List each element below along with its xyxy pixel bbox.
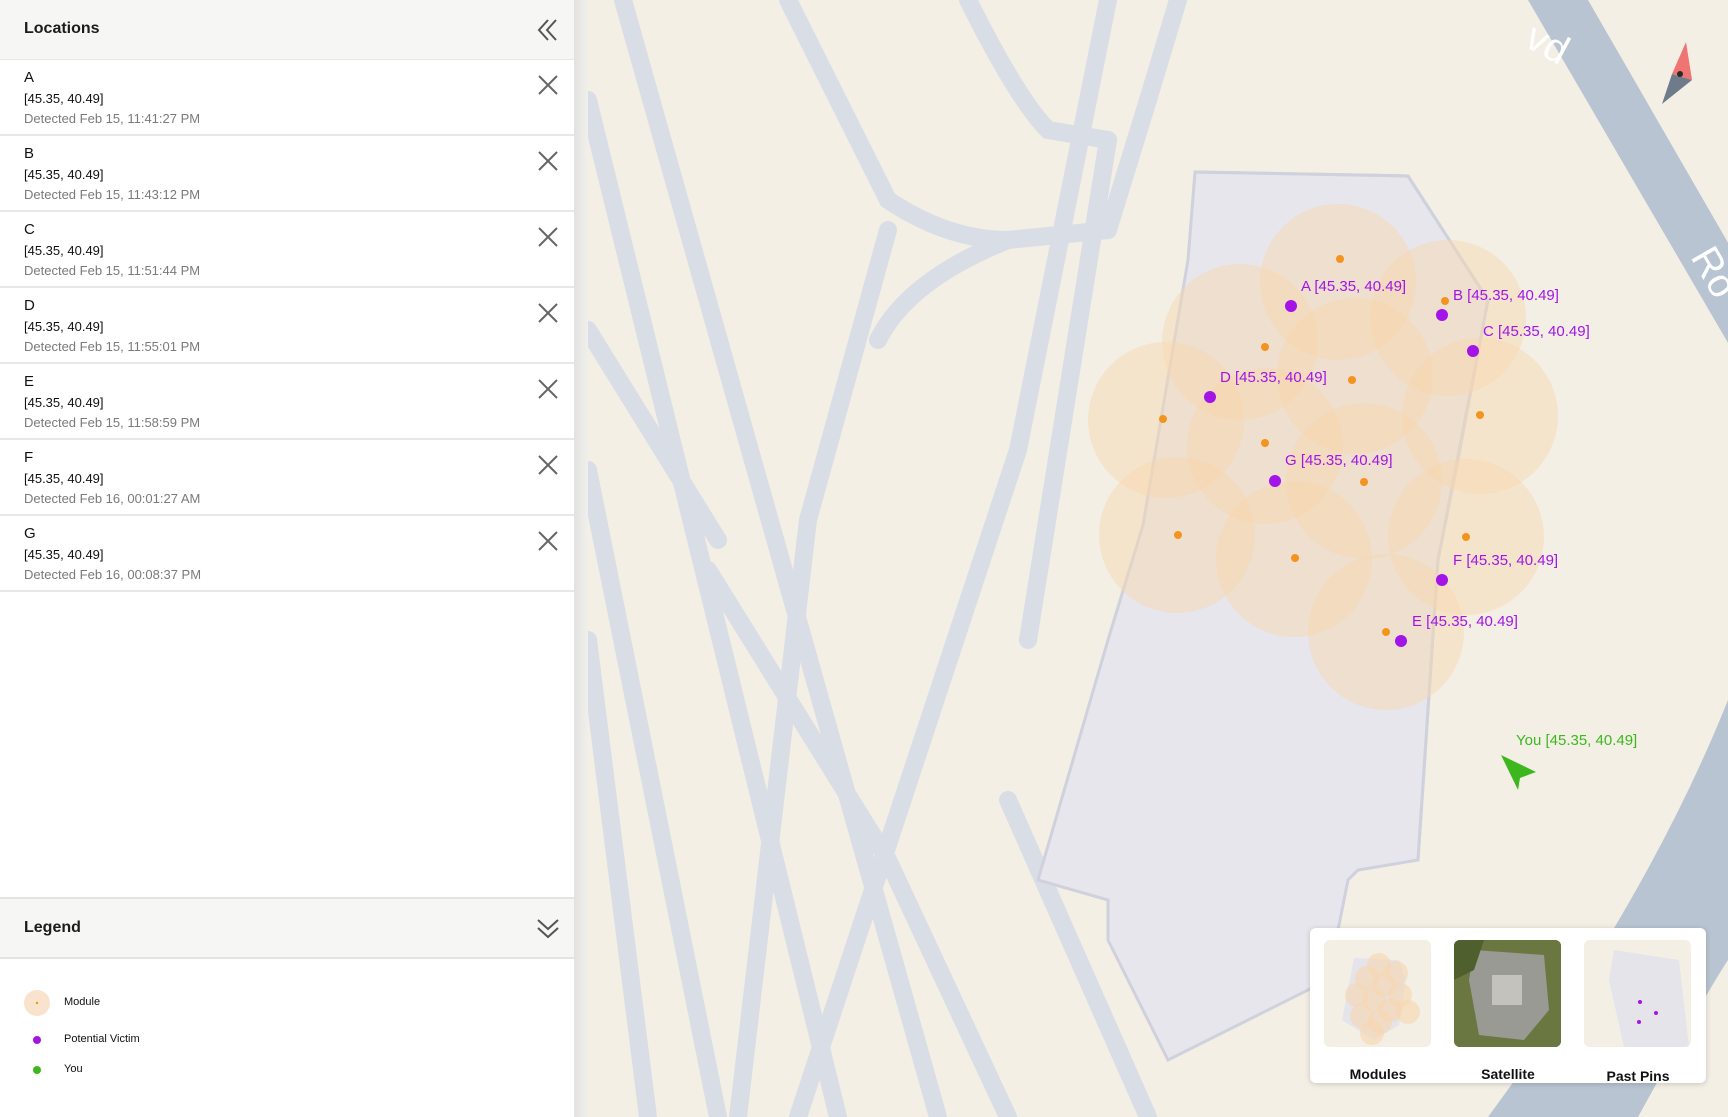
location-coords: [45.35, 40.49] — [24, 167, 104, 182]
module-center — [1261, 439, 1269, 447]
pin-label-b[interactable]: B [45.35, 40.49] — [1453, 287, 1559, 304]
close-icon[interactable] — [536, 529, 560, 553]
you-dot-icon — [33, 1066, 41, 1074]
modules-thumbnail — [1324, 940, 1431, 1047]
location-detected-time: Detected Feb 15, 11:41:27 PM — [24, 111, 201, 126]
past-pins-thumbnail — [1584, 940, 1691, 1047]
layer-label: Past Pins — [1606, 1068, 1670, 1084]
satellite-thumbnail — [1454, 940, 1561, 1047]
close-icon[interactable] — [536, 149, 560, 173]
location-coords: [45.35, 40.49] — [24, 547, 104, 562]
module-center — [1462, 533, 1470, 541]
locations-title: Locations — [24, 20, 100, 37]
location-name: E — [24, 373, 35, 390]
you-label: You [45.35, 40.49] — [1516, 732, 1638, 749]
location-detected-time: Detected Feb 15, 11:43:12 PM — [24, 187, 201, 202]
legend-title: Legend — [24, 919, 81, 936]
location-item-f[interactable]: F [45.35, 40.49] Detected Feb 16, 00:01:… — [0, 440, 574, 516]
victim-pin-b — [1436, 309, 1448, 321]
module-center — [1476, 411, 1484, 419]
pin-label-a[interactable]: A [45.35, 40.49] — [1301, 278, 1406, 295]
close-icon[interactable] — [536, 377, 560, 401]
pin-label-f[interactable]: F [45.35, 40.49] — [1453, 552, 1558, 569]
layer-option-modules[interactable]: Modules — [1324, 940, 1432, 1082]
module-center — [1360, 478, 1368, 486]
location-item-a[interactable]: A [45.35, 40.49] Detected Feb 15, 11:41:… — [0, 60, 574, 136]
location-coords: [45.35, 40.49] — [24, 243, 104, 258]
location-item-d[interactable]: D [45.35, 40.49] Detected Feb 15, 11:55:… — [0, 288, 574, 364]
close-icon[interactable] — [536, 453, 560, 477]
sidebar-divider[interactable] — [574, 0, 588, 1117]
location-coords: [45.35, 40.49] — [24, 395, 104, 410]
legend-label: Potential Victim — [64, 1033, 140, 1045]
location-coords: [45.35, 40.49] — [24, 91, 104, 106]
layer-option-past-pins[interactable]: Past Pins — [1584, 940, 1692, 1084]
module-center — [1382, 628, 1390, 636]
location-name: A — [24, 69, 35, 86]
pin-label-d[interactable]: D [45.35, 40.49] — [1220, 369, 1327, 386]
location-detected-time: Detected Feb 15, 11:58:59 PM — [24, 415, 201, 430]
location-coords: [45.35, 40.49] — [24, 319, 104, 334]
locations-header: Locations — [0, 0, 574, 60]
victim-pin-e — [1395, 635, 1407, 647]
road-network — [588, 0, 1187, 1117]
layer-label: Satellite — [1481, 1066, 1535, 1082]
location-name: D — [24, 297, 35, 314]
compass-icon[interactable] — [1656, 40, 1700, 106]
legend-header: Legend — [0, 897, 574, 959]
legend-label: You — [64, 1063, 83, 1075]
legend-item-module: Module — [24, 990, 324, 1016]
module-center — [1261, 343, 1269, 351]
location-detected-time: Detected Feb 15, 11:51:44 PM — [24, 263, 201, 278]
module-center — [1159, 415, 1167, 423]
module-center — [1291, 554, 1299, 562]
location-detected-time: Detected Feb 16, 00:01:27 AM — [24, 491, 201, 506]
double-chevron-left-icon[interactable] — [534, 16, 562, 44]
module-center — [1348, 376, 1356, 384]
victim-dot-icon — [33, 1036, 41, 1044]
legend-label: Module — [64, 996, 101, 1008]
victim-pin-f — [1436, 574, 1448, 586]
location-item-b[interactable]: B [45.35, 40.49] Detected Feb 15, 11:43:… — [0, 136, 574, 212]
module-center — [1336, 255, 1344, 263]
close-icon[interactable] — [536, 225, 560, 249]
victim-pin-c — [1467, 345, 1479, 357]
location-item-c[interactable]: C [45.35, 40.49] Detected Feb 15, 11:51:… — [0, 212, 574, 288]
pin-label-e[interactable]: E [45.35, 40.49] — [1412, 613, 1518, 630]
location-name: G — [24, 525, 36, 542]
location-detected-time: Detected Feb 16, 00:08:37 PM — [24, 567, 202, 582]
legend-item-you: You — [24, 1057, 324, 1081]
layer-switcher: Modules Satellite Past Pins — [1310, 928, 1706, 1084]
pin-label-c[interactable]: C [45.35, 40.49] — [1483, 323, 1590, 340]
location-name: F — [24, 449, 34, 466]
victim-pin-d — [1204, 391, 1216, 403]
pin-label-g[interactable]: G [45.35, 40.49] — [1285, 452, 1393, 469]
close-icon[interactable] — [536, 73, 560, 97]
location-coords: [45.35, 40.49] — [24, 471, 104, 486]
legend-item-victim: Potential Victim — [24, 1027, 324, 1051]
locations-sidebar: Locations A [45.35, 40.49] Detected Feb … — [0, 0, 574, 1117]
you-marker — [1501, 755, 1536, 790]
module-icon — [24, 990, 50, 1016]
location-name: C — [24, 221, 35, 238]
location-item-e[interactable]: E [45.35, 40.49] Detected Feb 15, 11:58:… — [0, 364, 574, 440]
location-item-g[interactable]: G [45.35, 40.49] Detected Feb 16, 00:08:… — [0, 516, 574, 592]
double-chevron-down-icon[interactable] — [534, 915, 562, 943]
close-icon[interactable] — [536, 301, 560, 325]
module-center — [1174, 531, 1182, 539]
location-name: B — [24, 145, 35, 162]
locations-list: A [45.35, 40.49] Detected Feb 15, 11:41:… — [0, 60, 574, 592]
location-detected-time: Detected Feb 15, 11:55:01 PM — [24, 339, 201, 354]
layer-option-satellite[interactable]: Satellite — [1454, 940, 1562, 1082]
module-center — [1441, 297, 1449, 305]
layer-label: Modules — [1349, 1066, 1407, 1082]
victim-pin-a — [1285, 300, 1297, 312]
victim-pin-g — [1269, 475, 1281, 487]
